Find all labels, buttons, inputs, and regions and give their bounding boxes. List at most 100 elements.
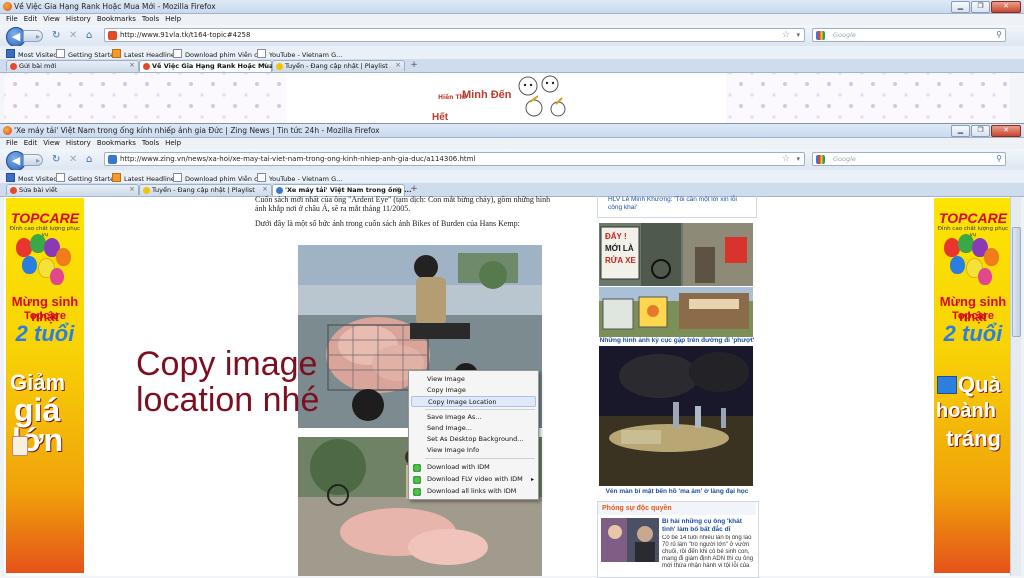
balloon-icon xyxy=(56,248,71,266)
bookmark-latest-headlines[interactable]: Latest Headlines xyxy=(112,173,178,183)
menu-help[interactable]: Help xyxy=(165,14,181,25)
menu-view[interactable]: View xyxy=(43,138,60,149)
menu-bookmarks[interactable]: Bookmarks xyxy=(97,14,136,25)
firefox-icon xyxy=(3,126,12,135)
restore-button[interactable]: ❐ xyxy=(971,1,990,13)
menu-send-image[interactable]: Send Image... xyxy=(411,423,536,434)
balloon-icon xyxy=(22,256,37,274)
tab-close-icon[interactable]: × xyxy=(395,185,401,193)
sidebar-photo-haunted-lake[interactable] xyxy=(599,346,753,486)
sidebar-top-link[interactable]: HLV Lê Minh Khương: 'Tôi cần một lời xin… xyxy=(597,196,757,218)
back-title-bar[interactable]: Về Việc Gia Hạng Rank Hoặc Mua Mới - Moz… xyxy=(0,0,1024,14)
tab-close-icon[interactable]: × xyxy=(262,61,268,69)
sidebar-photo-funny-signs-2[interactable] xyxy=(599,287,753,337)
search-icon[interactable]: ⚲ xyxy=(996,154,1002,163)
menu-set-desktop-background[interactable]: Set As Desktop Background... xyxy=(411,434,536,445)
google-icon xyxy=(816,31,825,40)
stop-icon[interactable]: ✕ xyxy=(69,154,77,165)
menu-history[interactable]: History xyxy=(66,138,91,149)
bookmark-youtube[interactable]: YouTube - Vietnam G... xyxy=(257,173,342,183)
front-search-box[interactable]: Google ⚲ xyxy=(812,152,1006,166)
menu-download-all-links-idm[interactable]: Download all links with IDM xyxy=(411,486,536,497)
bookmark-star-icon[interactable]: ☆ xyxy=(782,30,790,40)
menu-tools[interactable]: Tools xyxy=(142,138,159,149)
tab-close-icon[interactable]: × xyxy=(129,185,135,193)
tab-close-icon[interactable]: × xyxy=(395,61,401,69)
menu-file[interactable]: File xyxy=(6,138,18,149)
menu-help[interactable]: Help xyxy=(165,138,181,149)
new-tab-button[interactable]: + xyxy=(408,61,420,70)
tab-gui-bai-moi[interactable]: Gửi bài mới × xyxy=(6,60,139,71)
stop-icon[interactable]: ✕ xyxy=(69,30,77,41)
bookmark-latest-headlines[interactable]: Latest Headlines xyxy=(112,49,178,59)
menu-copy-image-location[interactable]: Copy Image Location xyxy=(411,396,536,407)
reload-icon[interactable]: ↻ xyxy=(52,30,60,41)
left-topcare-banner[interactable]: TOPCARE Đỉnh cao chất lượng phục vụ Mừng… xyxy=(6,198,84,573)
menu-download-with-idm[interactable]: Download with IDM xyxy=(411,462,536,473)
sidebar-feature-photo[interactable] xyxy=(601,518,659,562)
menu-copy-image[interactable]: Copy Image xyxy=(411,385,536,396)
right-topcare-banner[interactable]: TOPCARE Đỉnh cao chất lượng phục vụ Mừng… xyxy=(934,198,1012,573)
back-search-box[interactable]: Google ⚲ xyxy=(812,28,1006,42)
reload-icon[interactable]: ↻ xyxy=(52,154,60,165)
cake-icon xyxy=(12,436,28,456)
menu-edit[interactable]: Edit xyxy=(24,14,38,25)
tab-close-icon[interactable]: × xyxy=(129,61,135,69)
menu-edit[interactable]: Edit xyxy=(24,138,38,149)
search-icon[interactable]: ⚲ xyxy=(996,30,1002,39)
url-dropdown-icon[interactable]: ▾ xyxy=(796,155,800,163)
front-title-bar[interactable]: 'Xe máy tải' Việt Nam trong ống kính nhi… xyxy=(0,124,1024,138)
menu-file[interactable]: File xyxy=(6,14,18,25)
bookmark-youtube[interactable]: YouTube - Vietnam G... xyxy=(257,49,342,59)
home-icon[interactable]: ⌂ xyxy=(86,30,92,41)
google-icon xyxy=(816,155,825,164)
menu-tools[interactable]: Tools xyxy=(142,14,159,25)
tab-tuyen-playlist[interactable]: Tuyển - Đang cập nhật | Playlist × xyxy=(139,184,272,195)
bookmark-getting-started[interactable]: Getting Started xyxy=(56,173,118,183)
tab-tuyen-playlist[interactable]: Tuyển - Đang cập nhật | Playlist × xyxy=(272,60,405,71)
menu-save-image-as[interactable]: Save Image As... xyxy=(411,412,536,423)
back-url-bar[interactable]: http://www.91vla.tk/t164-topic#4258 ☆ ▾ xyxy=(104,28,805,42)
forward-button[interactable]: ▸ xyxy=(23,30,43,42)
bookmark-most-visited[interactable]: Most Visited xyxy=(6,49,58,59)
image-context-menu: View Image Copy Image Copy Image Locatio… xyxy=(408,370,539,500)
sidebar-caption-2[interactable]: Vén màn bí mật bến hồ 'ma ám' ở làng đại… xyxy=(597,488,757,495)
tab-sua-bai-viet[interactable]: Sửa bài viết × xyxy=(6,184,139,195)
sidebar-section-title: Phóng sự độc quyền xyxy=(598,502,756,515)
home-icon[interactable]: ⌂ xyxy=(86,154,92,165)
menu-bookmarks[interactable]: Bookmarks xyxy=(97,138,136,149)
menu-view[interactable]: View xyxy=(43,14,60,25)
sidebar-story-title[interactable]: Bi hài những cụ ông 'khát tình' làm bố b… xyxy=(662,518,754,533)
close-button[interactable]: ✕ xyxy=(991,1,1021,13)
minimize-button[interactable]: ▁ xyxy=(951,125,970,137)
banner-promo-2: hoành xyxy=(936,400,996,422)
vertical-scrollbar[interactable] xyxy=(1010,197,1021,576)
front-url-bar[interactable]: http://www.zing.vn/news/xa-hoi/xe-may-ta… xyxy=(104,152,805,166)
back-bookmarks-bar: Most Visited Getting Started Latest Head… xyxy=(0,46,1024,59)
bookmark-label: Getting Started xyxy=(68,175,119,183)
back-window-title: Về Việc Gia Hạng Rank Hoặc Mua Mới - Moz… xyxy=(14,2,216,11)
tab-close-icon[interactable]: × xyxy=(262,185,268,193)
scrollbar-thumb[interactable] xyxy=(1012,227,1021,337)
minimize-button[interactable]: ▁ xyxy=(951,1,970,13)
close-button[interactable]: ✕ xyxy=(991,125,1021,137)
sidebar-photo-funny-signs-1[interactable]: ĐẨY ! MỚI LÀ RỬA XE xyxy=(599,223,753,286)
tab-ve-viec-gia-hang[interactable]: Về Việc Gia Hạng Rank Hoặc Mua ... × xyxy=(139,60,283,72)
menu-history[interactable]: History xyxy=(66,14,91,25)
bookmark-label: Most Visited xyxy=(18,51,58,59)
bookmark-download-phim[interactable]: Download phim Viễn c... xyxy=(173,49,264,59)
url-dropdown-icon[interactable]: ▾ xyxy=(796,31,800,39)
menu-view-image-info[interactable]: View Image Info xyxy=(411,445,536,456)
bookmark-getting-started[interactable]: Getting Started xyxy=(56,49,118,59)
bookmark-star-icon[interactable]: ☆ xyxy=(782,154,790,164)
restore-button[interactable]: ❐ xyxy=(971,125,990,137)
back-url-text: http://www.91vla.tk/t164-topic#4258 xyxy=(120,31,251,39)
sidebar-caption-1[interactable]: Những hình ảnh kỳ cục gặp trên đường đi … xyxy=(597,337,757,344)
menu-download-flv-with-idm[interactable]: Download FLV video with IDM xyxy=(411,474,536,485)
new-tab-button[interactable]: + xyxy=(408,185,420,194)
bookmark-most-visited[interactable]: Most Visited xyxy=(6,173,58,183)
bookmark-download-phim[interactable]: Download phim Viễn c... xyxy=(173,173,264,183)
menu-view-image[interactable]: View Image xyxy=(411,374,536,385)
balloon-icon xyxy=(950,256,965,274)
forward-button[interactable]: ▸ xyxy=(23,154,43,166)
